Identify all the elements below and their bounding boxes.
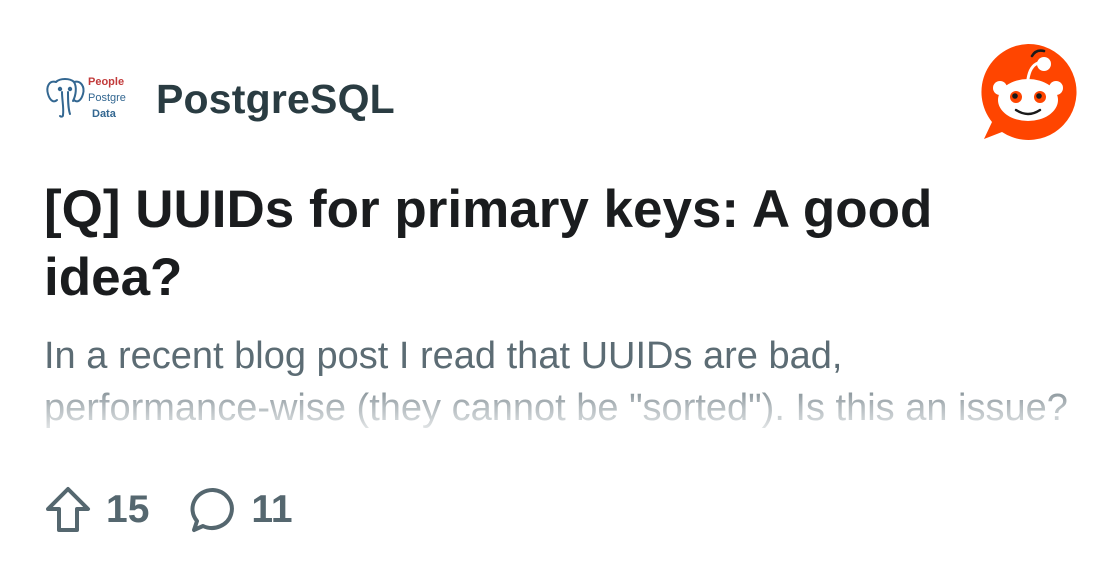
- subreddit-header: People Postgre Data PostgreSQL: [44, 70, 395, 128]
- elephant-logo: [46, 78, 85, 118]
- upvote-stat[interactable]: 15: [44, 485, 149, 535]
- logo-line-3: Data: [92, 108, 116, 120]
- post-stats: 15 11: [44, 482, 293, 538]
- postgresql-elephant-icon: People Postgre Data: [44, 70, 134, 128]
- reddit-snoo-icon[interactable]: [978, 42, 1078, 142]
- post-title[interactable]: [Q] UUIDs for primary keys: A good idea?: [44, 176, 1054, 312]
- subreddit-name[interactable]: PostgreSQL: [156, 76, 395, 123]
- upvote-count: 15: [106, 488, 150, 531]
- post-share-card: People Postgre Data PostgreSQL [Q] UUIDs…: [0, 0, 1120, 584]
- comment-count: 11: [251, 488, 293, 531]
- logo-line-2: Postgre: [88, 92, 126, 104]
- comment-stat[interactable]: 11: [189, 486, 293, 534]
- logo-line-1: People: [88, 76, 125, 88]
- upvote-arrow-icon[interactable]: [44, 485, 92, 535]
- post-body-text: In a recent blog post I read that UUIDs …: [44, 335, 1068, 429]
- comment-bubble-icon[interactable]: [189, 486, 237, 534]
- post-body: In a recent blog post I read that UUIDs …: [44, 330, 1074, 454]
